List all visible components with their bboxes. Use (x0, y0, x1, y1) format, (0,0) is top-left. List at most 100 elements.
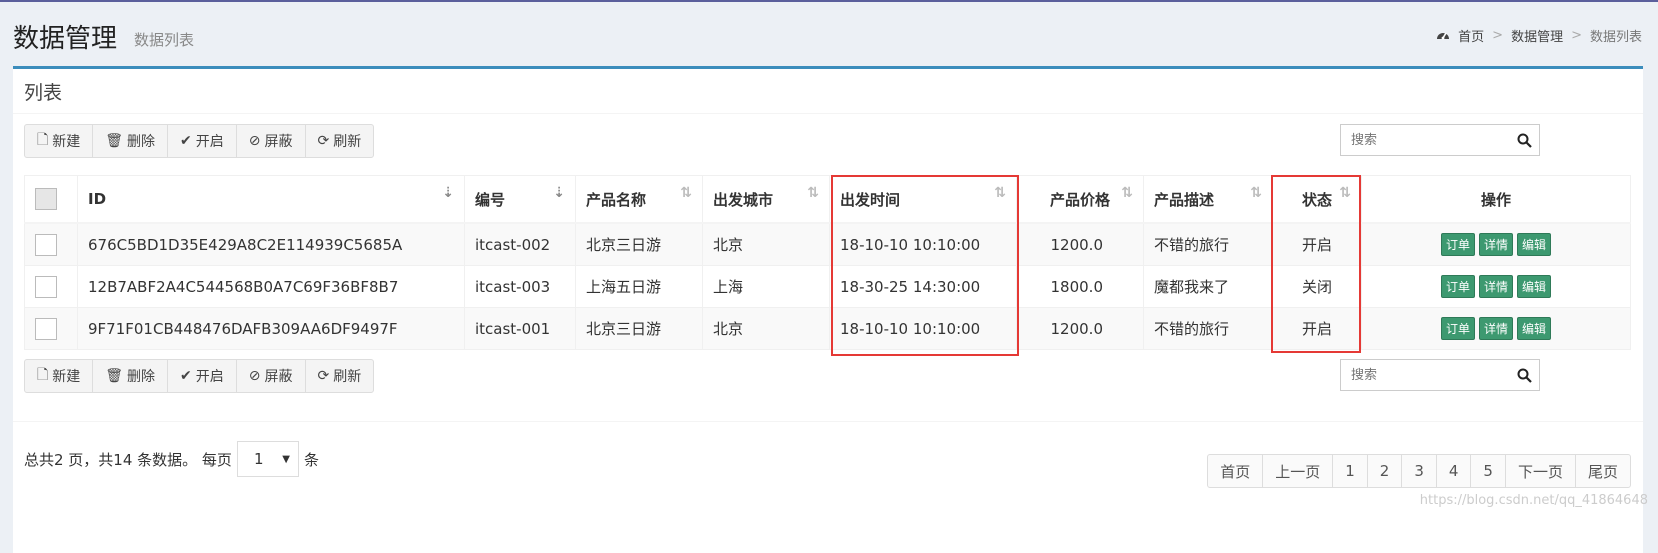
cell-desc: 魔都我来了 (1143, 265, 1273, 308)
enable-button[interactable]: ✔ 开启 (167, 359, 237, 393)
row-select-cell (24, 307, 78, 350)
row-checkbox[interactable] (35, 317, 57, 340)
edit-button[interactable]: 编辑 (1517, 317, 1552, 340)
sort-icon[interactable]: ⇅ (1121, 185, 1133, 201)
cell-city: 北京 (702, 307, 830, 350)
order-button[interactable]: 订单 (1440, 233, 1475, 256)
order-button[interactable]: 订单 (1440, 275, 1475, 298)
detail-button[interactable]: 详情 (1478, 275, 1513, 298)
file-icon: 🗋 (37, 367, 49, 383)
col-status[interactable]: 状态 ⇅ (1272, 175, 1362, 224)
table-header-row: ID ⇣ 编号 ⇣ 产品名称 ⇅ 出发城市 ⇅ 出发时间 ⇅ 产品价格 ⇅ 产品描述 ⇅ 状态… (24, 175, 1631, 224)
cell-desc: 不错的旅行 (1143, 307, 1273, 350)
page-first[interactable]: 首页 (1207, 454, 1264, 488)
page-title: 数据管理 (13, 24, 118, 54)
col-status-label: 状态 (1301, 190, 1332, 209)
delete-button[interactable]: 🗑 删除 (92, 124, 169, 158)
search-box-top (1340, 124, 1540, 156)
page-prev[interactable]: 上一页 (1262, 454, 1334, 488)
row-checkbox[interactable] (35, 233, 57, 256)
refresh-button-label: 刷新 (333, 134, 362, 150)
col-actions-label: 操作 (1480, 190, 1511, 209)
sort-icon[interactable]: ⇅ (1250, 185, 1262, 201)
cell-code: itcast-001 (464, 307, 576, 350)
breadcrumb-home[interactable]: 首页 (1458, 26, 1484, 45)
page-5[interactable]: 5 (1470, 454, 1506, 488)
edit-button[interactable]: 编辑 (1517, 275, 1552, 298)
page-4[interactable]: 4 (1435, 454, 1472, 488)
page-3[interactable]: 3 (1401, 454, 1437, 488)
breadcrumb-data-manage[interactable]: 数据管理 (1511, 26, 1563, 45)
refresh-button-label: 刷新 (333, 369, 362, 385)
cell-name: 上海五日游 (575, 265, 703, 308)
page-next[interactable]: 下一页 (1504, 454, 1576, 488)
cell-status: 开启 (1272, 222, 1362, 266)
cell-actions: 订单 详情 编辑 (1361, 265, 1631, 308)
new-button-label: 新建 (52, 134, 81, 150)
col-time[interactable]: 出发时间 ⇅ (829, 175, 1017, 224)
page-size-value: 1 (253, 450, 264, 468)
search-input-bottom[interactable] (1341, 360, 1509, 390)
search-icon[interactable] (1509, 133, 1539, 148)
watermark: https://blog.csdn.net/qq_41864648 (1419, 493, 1648, 508)
sort-icon[interactable]: ⇅ (1339, 185, 1351, 201)
trash-icon: 🗑 (105, 133, 124, 149)
box-title: 列表 (24, 82, 63, 104)
new-button[interactable]: 🗋 新建 (24, 359, 94, 393)
cell-actions: 订单 详情 编辑 (1361, 222, 1631, 266)
cell-id: 12B7ABF2A4C544568B0A7C69F36BF8B7 (77, 265, 465, 308)
new-button[interactable]: 🗋 新建 (24, 124, 94, 158)
new-button-label: 新建 (52, 369, 81, 385)
col-city-label: 出发城市 (713, 190, 774, 209)
col-actions: 操作 (1361, 175, 1631, 224)
block-button[interactable]: ⊘ 屏蔽 (235, 359, 306, 393)
refresh-button[interactable]: ⟳ 刷新 (304, 124, 375, 158)
content-header: 数据管理 数据列表 首页 > 数据管理 > 数据列表 (0, 2, 1658, 66)
cell-time: 18-10-10 10:10:00 (829, 307, 1017, 350)
sort-asc-icon[interactable]: ⇣ (442, 185, 454, 201)
enable-button[interactable]: ✔ 开启 (167, 124, 237, 158)
col-name[interactable]: 产品名称 ⇅ (575, 175, 703, 224)
ban-icon: ⊘ (248, 368, 261, 384)
col-desc[interactable]: 产品描述 ⇅ (1143, 175, 1273, 224)
block-button[interactable]: ⊘ 屏蔽 (235, 124, 306, 158)
col-price[interactable]: 产品价格 ⇅ (1016, 175, 1144, 224)
cell-city: 上海 (702, 265, 830, 308)
search-input-top[interactable] (1341, 125, 1509, 155)
edit-button[interactable]: 编辑 (1517, 233, 1552, 256)
cell-code: itcast-002 (464, 222, 576, 266)
cell-status: 关闭 (1272, 265, 1362, 308)
delete-button-label: 删除 (127, 369, 156, 385)
sort-icon[interactable]: ⇅ (807, 185, 819, 201)
block-button-label: 屏蔽 (264, 369, 293, 385)
delete-button-label: 删除 (127, 134, 156, 150)
col-city[interactable]: 出发城市 ⇅ (702, 175, 830, 224)
detail-button[interactable]: 详情 (1478, 233, 1513, 256)
col-desc-label: 产品描述 (1154, 190, 1215, 209)
page-1[interactable]: 1 (1332, 454, 1368, 488)
search-icon[interactable] (1509, 368, 1539, 383)
page-size-select[interactable]: 1 ▼ (236, 441, 299, 477)
pager-suffix: 条 (303, 450, 319, 469)
select-all-checkbox[interactable] (35, 188, 57, 210)
sort-icon[interactable]: ⇅ (994, 185, 1006, 201)
pager-summary: 总共2 页，共14 条数据。 每页 (24, 450, 232, 469)
cell-status: 开启 (1272, 307, 1362, 350)
cell-time: 18-10-10 10:10:00 (829, 222, 1017, 266)
data-table: ID ⇣ 编号 ⇣ 产品名称 ⇅ 出发城市 ⇅ 出发时间 ⇅ 产品价格 ⇅ 产品描述 ⇅ 状态… (24, 175, 1631, 350)
page-last[interactable]: 尾页 (1574, 454, 1631, 488)
col-id[interactable]: ID ⇣ (77, 175, 465, 224)
breadcrumb-separator: > (1492, 28, 1504, 43)
breadcrumb-separator: > (1571, 28, 1582, 43)
col-code[interactable]: 编号 ⇣ (464, 175, 576, 224)
refresh-button[interactable]: ⟳ 刷新 (304, 359, 375, 393)
box-header: 列表 (13, 69, 1643, 114)
page-subtitle: 数据列表 (134, 31, 195, 49)
order-button[interactable]: 订单 (1440, 317, 1475, 340)
page-2[interactable]: 2 (1366, 454, 1403, 488)
row-checkbox[interactable] (35, 275, 57, 298)
detail-button[interactable]: 详情 (1478, 317, 1513, 340)
sort-icon[interactable]: ⇅ (680, 185, 692, 201)
sort-desc-icon[interactable]: ⇣ (553, 185, 565, 201)
delete-button[interactable]: 🗑 删除 (92, 359, 169, 393)
